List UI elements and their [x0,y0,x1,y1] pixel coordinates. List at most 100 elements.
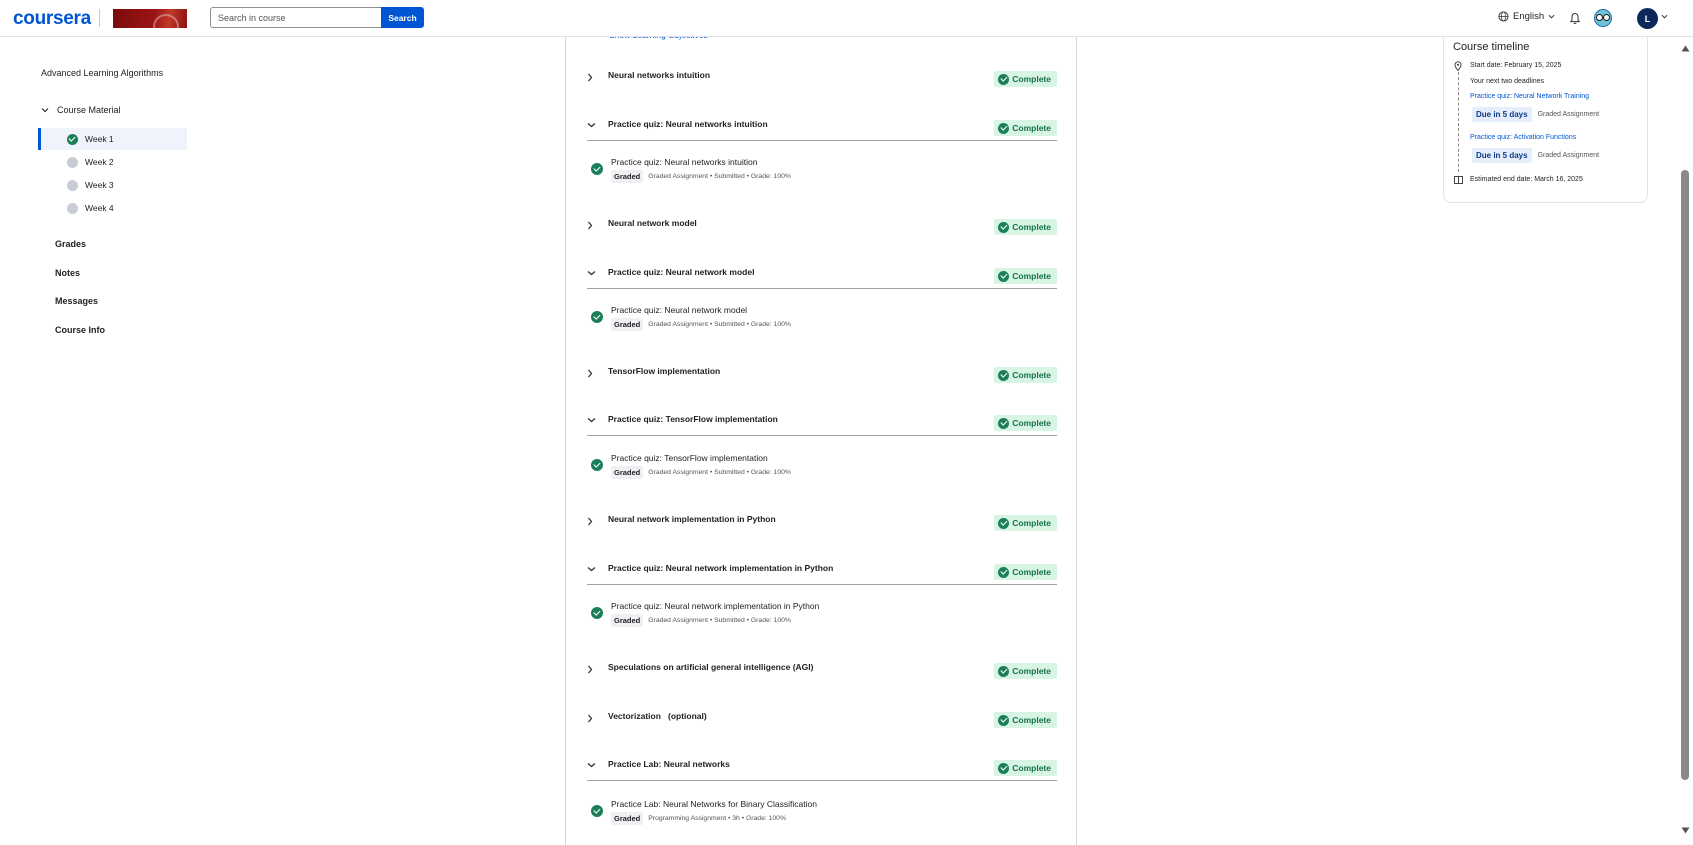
logo-divider [99,9,100,27]
chevron-down-icon [587,271,596,276]
section-title: Practice quiz: TensorFlow implementation [608,414,778,424]
section-title: Vectorization (optional) [608,711,707,721]
status-label: Complete [1012,763,1051,773]
check-circle-icon [998,517,1010,529]
status-label: Complete [1012,271,1051,281]
coach-owl-icon[interactable] [1594,9,1612,27]
check-circle-icon [67,133,78,145]
item-meta: Graded Programming Assignment • 3h • Grad… [611,812,786,825]
chevron-down-icon[interactable] [1661,14,1668,19]
graded-tag: Graded [611,170,644,183]
avatar[interactable]: L [1637,8,1658,29]
status-badge: Complete [994,71,1057,87]
deadline-due-row: Due in 5 days Graded Assignment [1472,107,1599,122]
status-badge: Complete [994,219,1057,235]
scroll-down-icon[interactable] [1681,827,1690,834]
list-item[interactable]: Practice quiz: Neural networks intuition… [591,155,1031,189]
course-material-toggle[interactable]: Course Material [41,105,121,115]
item-meta: Graded Graded Assignment • Submitted • Gr… [611,466,791,479]
nav-messages[interactable]: Messages [55,296,98,306]
status-label: Complete [1012,418,1051,428]
sidebar-item-week-1[interactable]: Week 1 [38,128,187,150]
item-title[interactable]: Practice quiz: Neural network model [611,305,747,315]
check-circle-icon [998,270,1010,282]
list-item[interactable]: Practice quiz: Neural network model Grad… [591,303,1031,337]
item-title[interactable]: Practice quiz: TensorFlow implementation [611,453,768,463]
page-scrollbar[interactable] [1677,37,1693,845]
check-circle-icon [591,311,603,323]
list-item[interactable]: Practice Lab: Neural Networks for Binary… [591,797,1031,831]
item-details: Graded Assignment • Submitted • Grade: 1… [648,617,791,624]
status-badge: Complete [994,663,1057,679]
search-input[interactable] [210,7,381,28]
graded-tag: Graded [611,614,644,627]
timeline-title: Course timeline [1453,41,1530,53]
language-selector[interactable]: English [1498,11,1555,22]
status-label: Complete [1012,567,1051,577]
section-header[interactable]: Neural network model Complete [587,216,1057,236]
course-title[interactable]: Advanced Learning Algorithms [41,68,163,78]
item-title[interactable]: Practice Lab: Neural Networks for Binary… [611,799,817,809]
check-circle-icon [998,369,1010,381]
status-circle-icon [67,179,78,191]
item-title[interactable]: Practice quiz: Neural networks intuition [611,157,757,167]
graded-tag: Graded [611,466,644,479]
section-header[interactable]: Practice Lab: Neural networks Complete [587,757,1057,781]
chevron-down-icon [587,567,596,572]
section-header[interactable]: TensorFlow implementation Complete [587,364,1057,384]
chevron-down-icon [587,123,596,128]
nav-notes[interactable]: Notes [55,268,80,278]
section-header[interactable]: Neural network implementation in Python … [587,512,1057,532]
section-title: Neural network implementation in Python [608,514,776,524]
section-header[interactable]: Neural networks intuition Complete [587,68,1057,88]
section-header[interactable]: Vectorization (optional) Complete [587,709,1057,729]
start-date: Start date: February 15, 2025 [1470,62,1562,69]
section-header[interactable]: Practice quiz: Neural network model Comp… [587,265,1057,289]
sidebar-item-week-4[interactable]: Week 4 [38,197,187,219]
nav-grades[interactable]: Grades [55,239,86,249]
globe-icon [1498,11,1509,22]
section-title: Practice Lab: Neural networks [608,759,730,769]
chevron-right-icon [588,714,593,723]
week-label: Week 1 [85,134,114,144]
nav-course-info[interactable]: Course Info [55,325,105,335]
section-header[interactable]: Speculations on artificial general intel… [587,660,1057,680]
deadline-link[interactable]: Practice quiz: Activation Functions [1470,134,1576,141]
section-header[interactable]: Practice quiz: Neural network implementa… [587,561,1057,585]
item-details: Graded Assignment • Submitted • Grade: 1… [648,173,791,180]
sidebar-item-week-3[interactable]: Week 3 [38,174,187,196]
list-item[interactable]: Practice quiz: Neural network implementa… [591,599,1031,633]
status-badge: Complete [994,268,1057,284]
status-circle-icon [67,156,78,168]
section-title: TensorFlow implementation [608,366,721,376]
check-circle-icon [998,221,1010,233]
deadline-link[interactable]: Practice quiz: Neural Network Training [1470,93,1589,100]
section-header[interactable]: Practice quiz: Neural networks intuition… [587,117,1057,141]
check-circle-icon [998,73,1010,85]
partner-logo[interactable] [113,9,187,28]
chevron-right-icon [588,221,593,230]
search-button[interactable]: Search [381,7,424,28]
status-badge: Complete [994,515,1057,531]
chevron-right-icon [588,517,593,526]
section-title: Neural network model [608,218,697,228]
item-meta: Graded Graded Assignment • Submitted • Gr… [611,614,791,627]
check-circle-icon [998,762,1010,774]
status-label: Complete [1012,123,1051,133]
status-label: Complete [1012,74,1051,84]
chevron-down-icon [1548,14,1555,19]
chevron-right-icon [588,665,593,674]
sidebar: Advanced Learning Algorithms Course Mate… [0,37,200,845]
sidebar-item-week-2[interactable]: Week 2 [38,151,187,173]
coursera-logo[interactable]: coursera [13,8,91,30]
section-header[interactable]: Practice quiz: TensorFlow implementation… [587,412,1057,436]
list-item[interactable]: Practice quiz: TensorFlow implementation… [591,451,1031,485]
module-content: Show Learning Objectives Neural networks… [565,30,1077,845]
bell-icon[interactable] [1569,12,1581,25]
check-circle-icon [998,665,1010,677]
deadline-due-row: Due in 5 days Graded Assignment [1472,148,1599,163]
section-title: Practice quiz: Neural network model [608,267,755,277]
scroll-up-icon[interactable] [1681,45,1690,52]
scroll-thumb[interactable] [1681,170,1689,780]
item-title[interactable]: Practice quiz: Neural network implementa… [611,601,819,611]
